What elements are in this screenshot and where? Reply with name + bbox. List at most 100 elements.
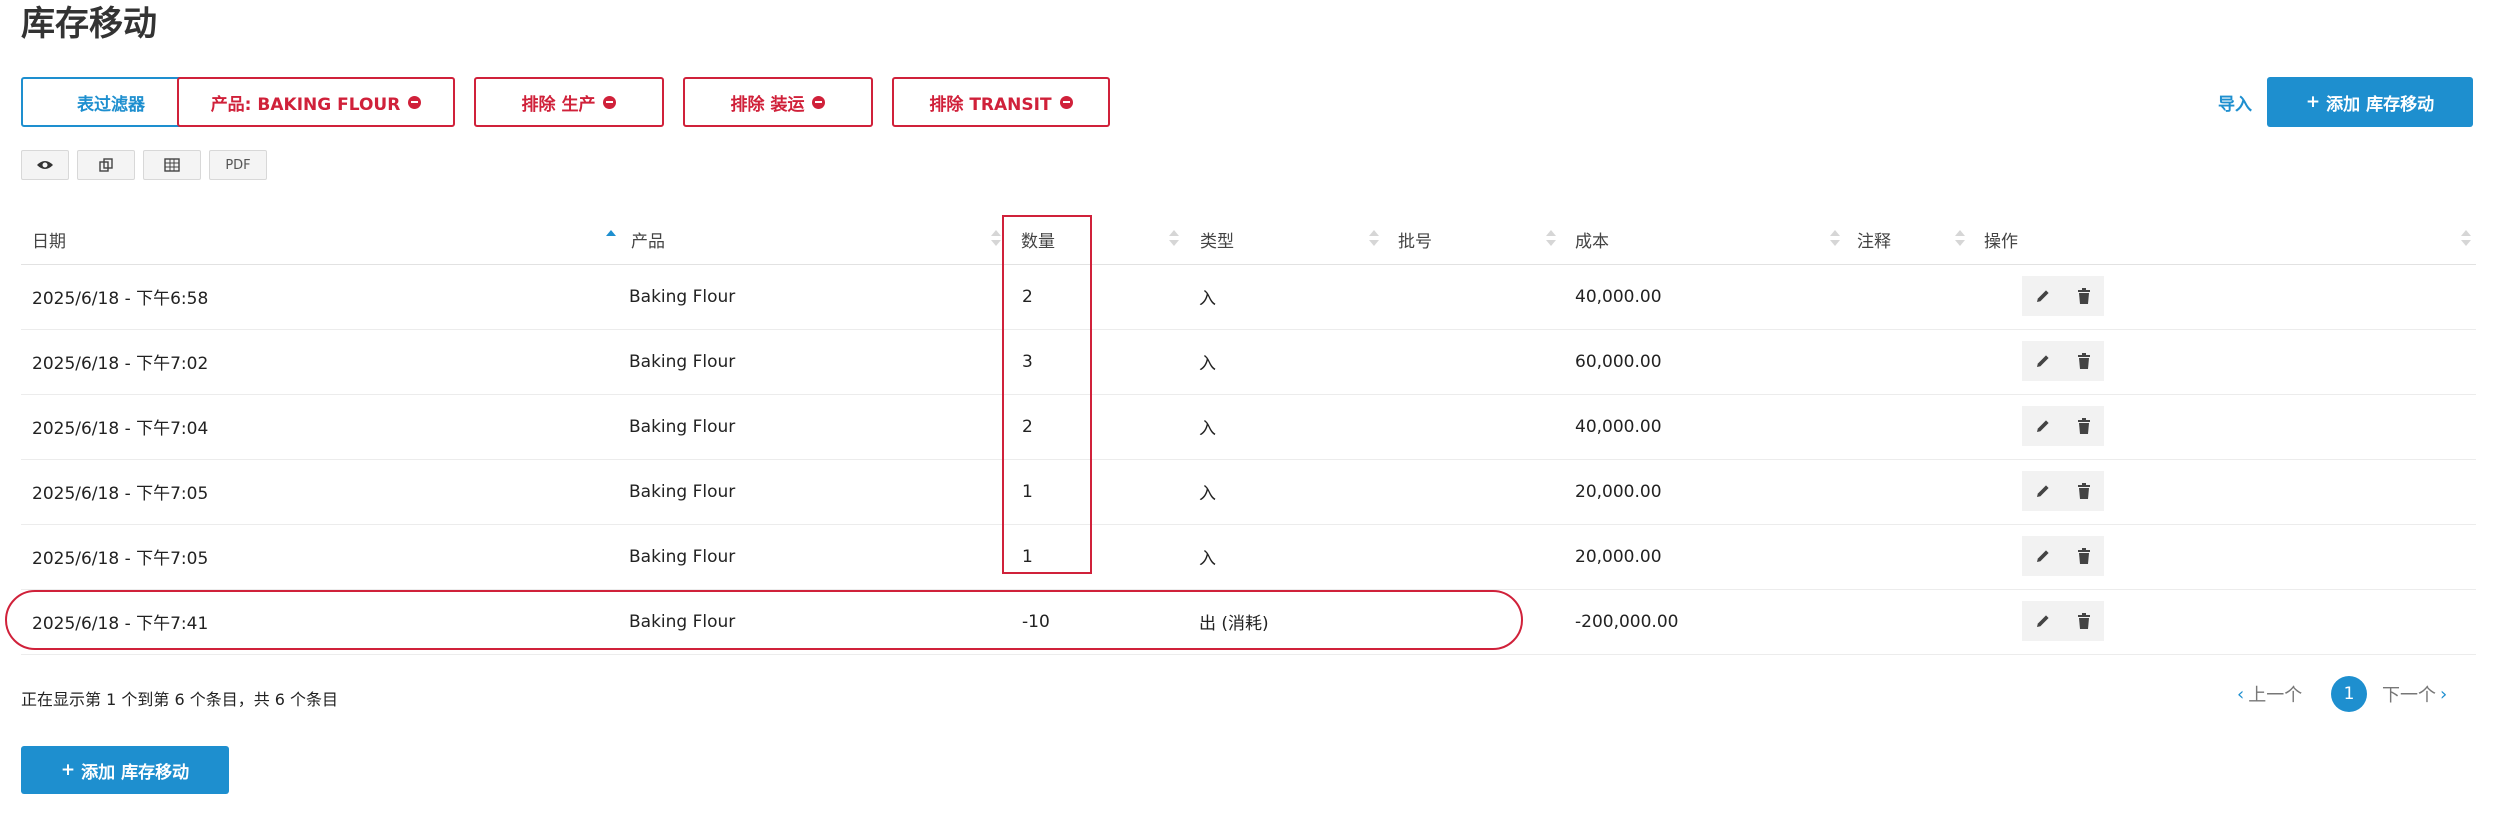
edit-button[interactable] xyxy=(2022,406,2063,446)
sort-icon[interactable] xyxy=(1955,228,1965,250)
next-label: 下一个 xyxy=(2382,685,2436,706)
trash-icon xyxy=(2077,613,2090,629)
add-button-label: 添加 库存移动 xyxy=(2326,94,2435,115)
pagination-previous[interactable]: ‹ 上一个 xyxy=(2237,676,2302,712)
sort-icon[interactable] xyxy=(1369,228,1379,250)
page-number: 1 xyxy=(2343,684,2355,704)
pdf-button-label: PDF xyxy=(225,157,251,173)
edit-button[interactable] xyxy=(2022,341,2063,381)
add-stock-move-button-top[interactable]: + 添加 库存移动 xyxy=(2267,77,2473,127)
sort-icon[interactable] xyxy=(1830,228,1840,250)
cell-product: Baking Flour xyxy=(629,546,736,567)
filter-chip-exclude-transit[interactable]: 排除 TRANSIT xyxy=(892,77,1110,127)
pencil-icon xyxy=(2036,615,2049,627)
cell-quantity: -10 xyxy=(1022,611,1050,632)
cell-product: Baking Flour xyxy=(629,286,736,307)
trash-icon xyxy=(2077,548,2090,564)
column-header-date[interactable]: 日期 xyxy=(32,214,66,264)
delete-button[interactable] xyxy=(2063,406,2104,446)
cell-quantity: 2 xyxy=(1022,286,1033,307)
sort-icon[interactable] xyxy=(2461,228,2471,250)
table-icon xyxy=(164,158,180,172)
pagination-page-1[interactable]: 1 xyxy=(2331,676,2367,712)
cell-cost: 40,000.00 xyxy=(1575,286,1662,307)
edit-button[interactable] xyxy=(2022,536,2063,576)
cell-product: Baking Flour xyxy=(629,416,736,437)
delete-button[interactable] xyxy=(2063,276,2104,316)
cell-date: 2025/6/18 - 下午6:58 xyxy=(32,289,209,309)
filter-chip-exclude-production[interactable]: 排除 生产 xyxy=(474,77,664,127)
cell-cost: 20,000.00 xyxy=(1575,546,1662,567)
chevron-left-icon: ‹ xyxy=(2237,683,2245,705)
trash-icon xyxy=(2077,288,2090,304)
column-header-label: 操作 xyxy=(1984,231,2018,252)
cell-quantity: 2 xyxy=(1022,416,1033,437)
filter-chip-label: 排除 装运 xyxy=(730,94,805,115)
column-header-type[interactable]: 类型 xyxy=(1200,214,1234,264)
copy-button[interactable] xyxy=(77,150,135,180)
delete-button[interactable] xyxy=(2063,601,2104,641)
plus-icon: + xyxy=(60,760,76,780)
pencil-icon xyxy=(2036,550,2049,562)
delete-button[interactable] xyxy=(2063,471,2104,511)
remove-circle-icon[interactable] xyxy=(812,95,826,109)
edit-button[interactable] xyxy=(2022,601,2063,641)
cell-cost: 20,000.00 xyxy=(1575,481,1662,502)
delete-button[interactable] xyxy=(2063,536,2104,576)
cell-date: 2025/6/18 - 下午7:02 xyxy=(32,354,209,374)
row-actions xyxy=(2022,341,2104,381)
pencil-icon xyxy=(2036,355,2049,367)
cell-quantity: 1 xyxy=(1022,481,1033,502)
column-header-label: 数量 xyxy=(1021,231,1055,252)
delete-button[interactable] xyxy=(2063,341,2104,381)
table-filter-label: 表过滤器 xyxy=(77,94,145,115)
remove-circle-icon[interactable] xyxy=(408,95,422,109)
cell-cost: 40,000.00 xyxy=(1575,416,1662,437)
edit-button[interactable] xyxy=(2022,276,2063,316)
sort-asc-icon[interactable] xyxy=(606,228,616,250)
cell-type: 入 xyxy=(1199,484,1216,504)
cell-type: 入 xyxy=(1199,549,1216,569)
table-filter-button[interactable]: 表过滤器 xyxy=(21,77,201,127)
plus-icon: + xyxy=(2305,92,2321,112)
row-actions xyxy=(2022,276,2104,316)
cell-type: 入 xyxy=(1199,289,1216,309)
column-header-quantity[interactable]: 数量 xyxy=(1021,214,1055,264)
sort-icon[interactable] xyxy=(1169,228,1179,250)
filter-chip-label: 排除 生产 xyxy=(521,94,596,115)
previous-label: 上一个 xyxy=(2248,685,2303,706)
remove-circle-icon[interactable] xyxy=(1059,95,1073,109)
remove-circle-icon[interactable] xyxy=(603,95,617,109)
filter-chip-product[interactable]: 产品: BAKING FLOUR xyxy=(177,77,455,127)
filter-chip-exclude-shipping[interactable]: 排除 装运 xyxy=(683,77,873,127)
add-button-label: 添加 库存移动 xyxy=(81,762,190,783)
edit-button[interactable] xyxy=(2022,471,2063,511)
pdf-button[interactable]: PDF xyxy=(209,150,267,180)
pagination-next[interactable]: 下一个 › xyxy=(2382,676,2447,712)
cell-type: 出 (消耗) xyxy=(1199,614,1269,634)
table-row: 2025/6/18 - 下午7:04 Baking Flour 2 入 40,0… xyxy=(21,394,2476,460)
column-header-lot[interactable]: 批号 xyxy=(1398,214,1432,264)
row-actions xyxy=(2022,471,2104,511)
column-header-actions: 操作 xyxy=(1984,214,2018,264)
cell-quantity: 1 xyxy=(1022,546,1033,567)
column-header-note[interactable]: 注释 xyxy=(1857,214,1891,264)
add-stock-move-button-bottom[interactable]: + 添加 库存移动 xyxy=(21,746,229,794)
column-visibility-button[interactable] xyxy=(21,150,69,180)
excel-button[interactable] xyxy=(143,150,201,180)
cell-type: 入 xyxy=(1199,419,1216,439)
trash-icon xyxy=(2077,418,2090,434)
filter-chip-label: 排除 TRANSIT xyxy=(929,94,1052,115)
row-actions xyxy=(2022,536,2104,576)
column-header-cost[interactable]: 成本 xyxy=(1575,214,1609,264)
sort-icon[interactable] xyxy=(991,228,1001,250)
import-link[interactable]: 导入 xyxy=(2218,90,2252,115)
pencil-icon xyxy=(2036,420,2049,432)
cell-product: Baking Flour xyxy=(629,351,736,372)
column-header-product[interactable]: 产品 xyxy=(631,214,665,264)
sort-icon[interactable] xyxy=(1546,228,1556,250)
copy-icon xyxy=(99,158,113,172)
column-header-label: 日期 xyxy=(32,231,66,252)
table-row: 2025/6/18 - 下午7:05 Baking Flour 1 入 20,0… xyxy=(21,524,2476,590)
column-header-label: 注释 xyxy=(1857,231,1891,252)
